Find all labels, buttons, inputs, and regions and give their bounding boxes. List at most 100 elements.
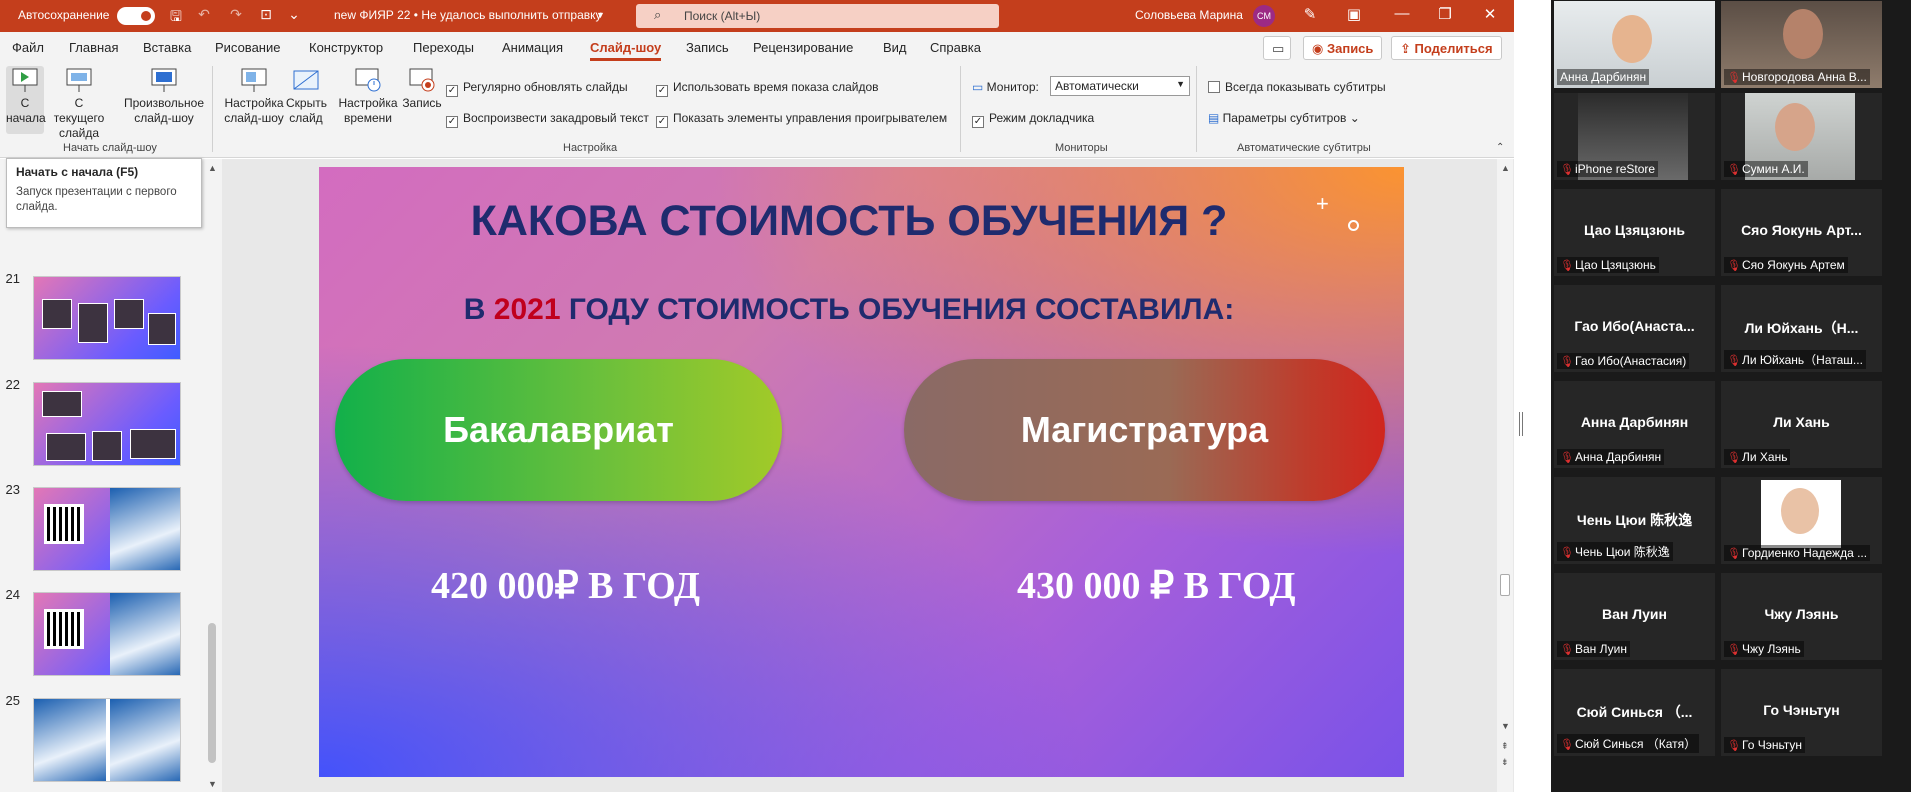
participant-tile[interactable]: 🎙Гордиенко Надежда ... — [1721, 477, 1882, 564]
muted-mic-icon: 🎙 — [1727, 548, 1741, 560]
scrollbar-thumb[interactable] — [1500, 574, 1510, 596]
scrollbar-thumb[interactable] — [208, 623, 216, 763]
tab-review[interactable]: Рецензирование — [753, 40, 853, 55]
tab-insert[interactable]: Вставка — [143, 40, 191, 55]
avatar[interactable]: СМ — [1253, 5, 1275, 27]
autosave-toggle[interactable] — [117, 7, 155, 25]
chevron-down-icon[interactable]: ▼ — [596, 10, 605, 20]
tab-view[interactable]: Вид — [883, 40, 907, 55]
thumbnail-photo — [42, 391, 82, 417]
tab-slideshow[interactable]: Слайд-шоу — [590, 40, 662, 61]
powerpoint-window: Автосохранение 🖫 ↶ ↷ ⊡ ⌄ new ФИЯР 22 • Н… — [0, 0, 1514, 792]
participant-tile[interactable]: Чжу Лэянь 🎙Чжу Лэянь — [1721, 573, 1882, 660]
master-pill[interactable]: Магистратура — [904, 359, 1385, 501]
slide-subtitle[interactable]: В 2021 ГОДУ СТОИМОСТЬ ОБУЧЕНИЯ СОСТАВИЛА… — [319, 293, 1379, 327]
tooltip: Начать с начала (F5) Запуск презентации … — [6, 158, 202, 228]
custom-show-button[interactable]: Произвольное слайд-шоу — [118, 66, 210, 126]
monitor-select[interactable]: Автоматически ▼ — [1050, 76, 1190, 96]
participant-label-text: Ли Юйхань（Наташ... — [1742, 353, 1863, 367]
tab-design[interactable]: Конструктор — [309, 40, 383, 55]
from-current-button[interactable]: С текущего слайда — [48, 66, 110, 141]
play-narration-checkbox[interactable]: ✓ Воспроизвести закадровый текст — [446, 111, 649, 128]
participant-tile[interactable]: Ли Хань 🎙Ли Хань — [1721, 381, 1882, 468]
scroll-up-icon[interactable]: ▲ — [208, 163, 217, 173]
collapse-ribbon-icon[interactable]: ⌃ — [1496, 142, 1504, 153]
redo-icon[interactable]: ↷ — [226, 6, 246, 23]
scroll-up-icon[interactable]: ▲ — [1501, 163, 1510, 173]
participant-tile[interactable]: Анна Дарбинян — [1554, 1, 1715, 88]
participant-tile[interactable]: Ли Юйхань（Н... 🎙Ли Юйхань（Наташ... — [1721, 285, 1882, 372]
slide-thumbnail-22[interactable] — [33, 382, 181, 466]
slide-title[interactable]: КАКОВА СТОИМОСТЬ ОБУЧЕНИЯ ? — [319, 197, 1379, 246]
participant-tile[interactable]: 🎙Сумин А.И. — [1721, 93, 1882, 180]
participant-tile[interactable]: Гао Ибо(Анаста... 🎙Гао Ибо(Анастасия) — [1554, 285, 1715, 372]
share-button[interactable]: ⇪ Поделиться — [1391, 36, 1502, 60]
always-subtitles-checkbox[interactable]: Всегда показывать субтитры — [1208, 80, 1386, 94]
thumbnails-scrollbar[interactable]: ▲ ▼ — [206, 163, 218, 792]
search-box[interactable]: ⌕ Поиск (Alt+Ы) — [636, 4, 999, 28]
ribbon-display-icon[interactable]: ▣ — [1340, 5, 1368, 23]
show-controls-checkbox[interactable]: ✓ Показать элементы управления проигрыват… — [656, 111, 947, 128]
record-button[interactable]: ◉ Запись — [1303, 36, 1383, 60]
tab-record[interactable]: Запись — [686, 40, 729, 55]
tab-draw[interactable]: Рисование — [215, 40, 280, 55]
from-start-button[interactable]: С начала — [6, 66, 46, 134]
update-slides-checkbox[interactable]: ✓ Регулярно обновлять слайды — [446, 80, 628, 97]
record-slideshow-button[interactable]: Запись — [400, 66, 444, 111]
use-timings-checkbox[interactable]: ✓ Использовать время показа слайдов — [656, 80, 879, 97]
slide-thumbnail-21[interactable] — [33, 276, 181, 360]
participant-name: Сяо Яокунь Арт... — [1741, 222, 1862, 238]
comments-icon[interactable]: ▭ — [1263, 36, 1291, 60]
start-slideshow-icon[interactable]: ⊡ — [256, 6, 276, 23]
tab-help[interactable]: Справка — [930, 40, 981, 55]
monitor-label: ▭ Монитор: — [972, 80, 1039, 94]
scroll-down-icon[interactable]: ▼ — [208, 779, 217, 789]
scroll-down-icon[interactable]: ▼ — [1501, 721, 1510, 731]
undo-icon[interactable]: ↶ — [194, 6, 214, 23]
bachelor-price[interactable]: 420 000₽ В ГОД — [431, 563, 700, 608]
participant-label-text: Сяо Яокунь Артем — [1742, 258, 1845, 272]
muted-mic-icon: 🎙 — [1560, 644, 1574, 656]
subtitle-settings-button[interactable]: ▤ Параметры субтитров ⌄ — [1208, 111, 1360, 125]
customize-qat-icon[interactable]: ⌄ — [284, 6, 304, 23]
drag-handle-icon[interactable] — [1519, 412, 1523, 436]
slide-thumbnails-pane: 21 22 23 24 25 — [0, 159, 222, 792]
slide-scrollbar[interactable]: ▲ ▼ ⇞ ⇟ — [1497, 159, 1513, 792]
slide[interactable]: КАКОВА СТОИМОСТЬ ОБУЧЕНИЯ ? В 2021 ГОДУ … — [319, 167, 1404, 777]
close-icon[interactable]: ✕ — [1476, 5, 1504, 23]
master-price[interactable]: 430 000 ₽ В ГОД — [1017, 563, 1296, 608]
rehearse-timings-button[interactable]: Настройка времени — [336, 66, 400, 126]
minimize-icon[interactable]: — — [1388, 5, 1416, 22]
restore-icon[interactable]: ❐ — [1431, 5, 1459, 23]
hide-slide-button[interactable]: Скрыть слайд — [286, 66, 327, 126]
participant-label: 🎙iPhone reStore — [1557, 161, 1659, 177]
pen-icon[interactable]: ✎ — [1296, 5, 1324, 23]
participant-tile[interactable]: Чень Цюи 陈秋逸 🎙Чень Цюи 陈秋逸 — [1554, 477, 1715, 564]
user-name[interactable]: Соловьева Марина — [1135, 8, 1243, 22]
slide-thumbnail-25[interactable] — [33, 698, 181, 782]
participant-tile[interactable]: 🎙iPhone reStore — [1554, 93, 1715, 180]
participant-tile[interactable]: Сяо Яокунь Арт... 🎙Сяо Яокунь Артем — [1721, 189, 1882, 276]
slide-thumbnail-24[interactable] — [33, 592, 181, 676]
plus-decoration: + — [1316, 191, 1329, 216]
checkbox-checked-icon: ✓ — [446, 116, 458, 128]
document-title[interactable]: new ФИЯР 22 • Не удалось выполнить отпра… — [334, 8, 602, 22]
presenter-view-checkbox[interactable]: ✓ Режим докладчика — [972, 111, 1094, 128]
participant-tile[interactable]: 🎙Новгородова Анна В... — [1721, 1, 1882, 88]
participant-tile[interactable]: Цао Цзяцзюнь 🎙Цао Цзяцзюнь — [1554, 189, 1715, 276]
slide-thumbnail-23[interactable] — [33, 487, 181, 571]
participant-tile[interactable]: Анна Дарбинян 🎙Анна Дарбинян — [1554, 381, 1715, 468]
tab-transitions[interactable]: Переходы — [413, 40, 474, 55]
tab-file[interactable]: Файл — [12, 40, 44, 55]
save-icon[interactable]: 🖫 — [166, 6, 186, 30]
next-slide-icon[interactable]: ⇟ — [1501, 757, 1509, 768]
previous-slide-icon[interactable]: ⇞ — [1501, 741, 1509, 752]
tab-animations[interactable]: Анимация — [502, 40, 563, 55]
setup-show-button[interactable]: Настройка слайд-шоу — [220, 66, 288, 126]
participant-tile[interactable]: Ван Луин 🎙Ван Луин — [1554, 573, 1715, 660]
participant-tile[interactable]: Го Чэньтун 🎙Го Чэньтун — [1721, 669, 1882, 756]
participant-label: 🎙Ван Луин — [1557, 641, 1630, 657]
bachelor-pill[interactable]: Бакалавриат — [335, 359, 782, 501]
tab-home[interactable]: Главная — [69, 40, 118, 55]
participant-tile[interactable]: Сюй Синься （... 🎙Сюй Синься （Катя） — [1554, 669, 1715, 756]
